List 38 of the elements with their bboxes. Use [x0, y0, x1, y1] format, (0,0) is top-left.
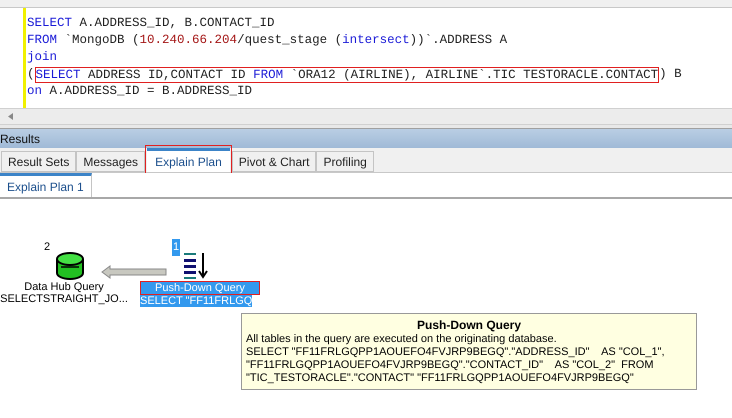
tooltip-text: "TIC_TESTORACLE"."CONTACT" "FF11FRLGQPP1AOUEFO4FVJRP9BEGQ" — [246, 372, 635, 385]
code-token: /quest_stage ( — [237, 32, 342, 50]
code-token: `MongoDB ( — [64, 32, 140, 50]
tooltip-text: "FF11FRLGQPP1AOUEFO4FVJRP9BEGQ"."CONTACT_ID" AS "COL_2" FROM — [246, 359, 654, 372]
node-detail: SELECTSTRAIGHT_JO... — [0, 293, 128, 305]
code-token: A.ADDRESS_ID, B.CONTACT_ID — [78, 15, 275, 32]
code-token: FROM — [27, 32, 58, 50]
arrow — [100, 265, 168, 279]
code-token: ( — [27, 66, 35, 84]
code-token: ))`.ADDRESS A — [410, 32, 508, 50]
node-detail: SELECT "FF11FRLGQ — [140, 295, 252, 307]
tab[interactable]: Result Sets — [1, 151, 76, 172]
database-icon — [55, 251, 85, 281]
code-token: FROM — [253, 68, 284, 82]
code-token: `ORA12 (AIRLINE), AIRLINE`.TIC TESTORACLE.CONTACT — [290, 68, 658, 82]
tab[interactable]: Messages — [76, 151, 146, 172]
tab[interactable]: Explain Plan 1 — [0, 173, 92, 197]
code-token: join — [27, 49, 58, 66]
code-token: SELECT — [27, 15, 72, 32]
tooltip-title: Push-Down Query — [416, 319, 522, 332]
tooltip-text: All tables in the query are executed on the originating database. — [246, 333, 558, 346]
node-number: 1 — [172, 239, 180, 256]
tab[interactable]: Explain Plan — [147, 148, 230, 172]
code-token: intersect — [342, 32, 410, 50]
node-number: 2 — [44, 240, 50, 255]
tooltip-text: SELECT "FF11FRLGQPP1AOUEFO4FVJRP9BEGQ"."ADDRESS_ID" AS "COL_1", — [246, 346, 666, 359]
code-token: 10.240.66.204 — [140, 32, 238, 50]
tab[interactable]: Pivot & Chart — [232, 151, 316, 172]
code-token: ADDRESS ID,CONTACT ID — [87, 68, 247, 82]
scroll-left-icon[interactable] — [8, 113, 13, 120]
panel-title: Results — [0, 130, 40, 148]
tab[interactable]: Profiling — [316, 151, 374, 172]
code-token: SELECT — [36, 68, 81, 82]
horizontal-scrollbar[interactable] — [0, 108, 732, 125]
node-title[interactable]: Data Hub Query — [24, 281, 104, 293]
code-token: A.ADDRESS_ID = B.ADDRESS_ID — [48, 83, 252, 100]
code-token: ) B — [659, 66, 682, 84]
code-token: on — [27, 83, 42, 100]
